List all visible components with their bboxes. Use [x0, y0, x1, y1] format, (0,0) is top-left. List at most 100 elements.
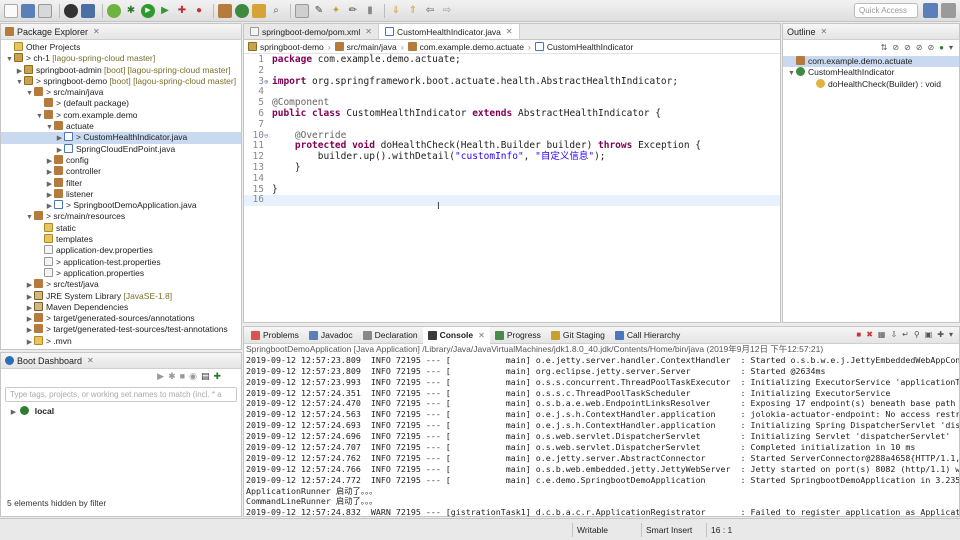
hide-fields-icon[interactable]: ⊘: [892, 43, 899, 52]
tree-item[interactable]: ▶ config: [1, 154, 241, 166]
boot-filter-input[interactable]: Type tags, projects, or working set name…: [5, 387, 237, 402]
tree-item[interactable]: ▶ controller: [1, 166, 241, 177]
annotation-icon[interactable]: ✦: [329, 4, 343, 18]
new-package-icon[interactable]: [218, 3, 232, 18]
tree-item[interactable]: ▶ > src/test/java: [1, 279, 241, 290]
hide-static-icon[interactable]: ⊘: [904, 43, 911, 52]
forward-icon[interactable]: ⇨: [440, 4, 454, 18]
close-icon[interactable]: ✕: [93, 27, 100, 36]
tree-item[interactable]: ▼ actuate: [1, 121, 241, 132]
run-last-icon[interactable]: ▶: [158, 4, 172, 18]
tree-item[interactable]: ▶ > target/generated-test-sources/test-an…: [1, 324, 241, 335]
tree-item[interactable]: ▶ springboot-admin [boot] [lagou-spring-c…: [1, 64, 241, 76]
fold-icon[interactable]: ⊖: [264, 131, 268, 142]
tree-item[interactable]: ▼ > springboot-demo [boot] [lagou-spring-…: [1, 75, 241, 87]
coverage-icon[interactable]: ✚: [175, 4, 189, 18]
tree-item[interactable]: ▶ > SpringbootDemoApplication.java: [1, 200, 241, 211]
tree-item[interactable]: > (default package): [1, 98, 241, 109]
outline-item[interactable]: ▼ CustomHealthIndicator: [783, 67, 959, 78]
bottom-tab-call-hierarchy[interactable]: Call Hierarchy: [610, 330, 685, 340]
tree-item[interactable]: templates: [1, 234, 241, 245]
view-menu-icon[interactable]: ▾: [949, 43, 953, 52]
editor-tab[interactable]: CustomHealthIndicator.java ✕: [378, 24, 520, 39]
package-explorer-title[interactable]: Package Explorer: [17, 27, 88, 37]
external-tools-icon[interactable]: ●: [192, 4, 206, 18]
bottom-tab-progress[interactable]: Progress: [490, 330, 546, 340]
focus-icon[interactable]: ●: [939, 43, 944, 52]
close-icon[interactable]: ✕: [478, 331, 485, 340]
expand-icon[interactable]: ▶: [25, 337, 34, 348]
quick-access-input[interactable]: Quick Access: [854, 3, 918, 18]
perspective-java-icon[interactable]: [923, 3, 938, 18]
clear-console-icon[interactable]: ▦: [878, 330, 886, 339]
tree-item[interactable]: ▶ Maven Dependencies: [1, 301, 241, 313]
run-icon[interactable]: ▶: [141, 3, 155, 18]
bottom-tab-problems[interactable]: Problems: [246, 330, 304, 340]
console-icon[interactable]: ▤: [201, 371, 210, 382]
tree-item[interactable]: ▼ > src/main/java: [1, 87, 241, 98]
prev-annotation-icon[interactable]: ⇑: [406, 4, 420, 18]
breadcrumb-item[interactable]: springboot-demo: [260, 42, 324, 52]
debug-icon[interactable]: ✱: [168, 371, 176, 382]
tree-item[interactable]: ▼ > com.example.demo: [1, 109, 241, 121]
open-console-icon[interactable]: ✚: [937, 330, 944, 339]
outline-item[interactable]: doHealthCheck(Builder) : void: [783, 78, 959, 90]
word-wrap-icon[interactable]: ↵: [902, 330, 909, 339]
close-icon[interactable]: ✕: [506, 27, 513, 36]
console-output[interactable]: SpringbootDemoApplication [Java Applicat…: [244, 344, 959, 529]
debug-icon[interactable]: ✱: [124, 4, 138, 18]
hide-nonpublic-icon[interactable]: ⊘: [916, 43, 923, 52]
editor-tab[interactable]: springboot-demo/pom.xml ✕: [244, 24, 379, 39]
terminal-icon[interactable]: [81, 3, 95, 18]
bottom-tab-console[interactable]: Console ✕: [422, 326, 490, 344]
outline-title[interactable]: Outline: [787, 27, 816, 37]
new-icon[interactable]: [4, 3, 18, 18]
close-icon[interactable]: ✕: [365, 27, 372, 36]
tree-item[interactable]: ▶ SpringCloudEndPoint.java: [1, 143, 241, 155]
trash-icon[interactable]: ▮: [363, 4, 377, 18]
tree-item[interactable]: ▶ JRE System Library [JavaSE-1.8]: [1, 290, 241, 302]
close-icon[interactable]: ✕: [821, 27, 828, 36]
tree-item[interactable]: ▶ > target/generated-sources/annotations: [1, 313, 241, 324]
remove-launch-icon[interactable]: ✖: [866, 330, 873, 339]
tree-item[interactable]: > application-test.properties: [1, 256, 241, 268]
pencil-icon[interactable]: ✏: [346, 4, 360, 18]
sort-icon[interactable]: ⇅: [881, 43, 888, 52]
save-icon[interactable]: [21, 3, 35, 18]
terminate-icon[interactable]: ■: [856, 330, 861, 339]
breadcrumb-item[interactable]: com.example.demo.actuate: [420, 42, 524, 52]
pin-icon[interactable]: ✎: [312, 4, 326, 18]
tree-item[interactable]: ▶ > CustomHealthIndicator.java: [1, 132, 241, 144]
print-icon[interactable]: [38, 3, 52, 18]
outline-item[interactable]: com.example.demo.actuate: [783, 56, 959, 68]
back-icon[interactable]: ⇦: [423, 4, 437, 18]
start-icon[interactable]: ▶: [157, 371, 164, 382]
tree-item[interactable]: ▶ > .mvn: [1, 335, 241, 348]
pin-console-icon[interactable]: ⚲: [914, 330, 920, 339]
user-icon[interactable]: [64, 3, 78, 18]
new-class-icon[interactable]: [235, 3, 249, 18]
tree-item[interactable]: ▶ listener: [1, 188, 241, 200]
tree-item[interactable]: > application.properties: [1, 267, 241, 279]
close-icon[interactable]: ✕: [87, 356, 94, 365]
boot-local-item[interactable]: ▶ local: [1, 406, 241, 417]
tree-item[interactable]: ▶ filter: [1, 177, 241, 189]
scroll-lock-icon[interactable]: ⇩: [890, 330, 897, 339]
code-area[interactable]: 1 package com.example.demo.actuate; 2 3 ⊕ imp…: [244, 54, 780, 207]
breadcrumb-item[interactable]: src/main/java: [347, 42, 397, 52]
display-console-icon[interactable]: ▣: [925, 330, 933, 339]
add-icon[interactable]: ✚: [213, 371, 221, 382]
next-annotation-icon[interactable]: ⇓: [389, 4, 403, 18]
breadcrumb-item[interactable]: CustomHealthIndicator: [547, 42, 633, 52]
expand-icon[interactable]: ▶: [9, 407, 18, 418]
view-menu-icon[interactable]: ▾: [949, 330, 953, 339]
open-browser-icon[interactable]: ◉: [189, 371, 197, 382]
tree-item[interactable]: application-dev.properties: [1, 245, 241, 256]
bottom-tab-declaration[interactable]: Declaration: [358, 330, 423, 340]
stop-icon[interactable]: ■: [180, 371, 185, 381]
open-type-icon[interactable]: [252, 3, 266, 18]
tree-item[interactable]: Other Projects: [1, 42, 241, 53]
tree-item[interactable]: ▼ > src/main/resources: [1, 211, 241, 222]
tree-item[interactable]: static: [1, 222, 241, 234]
spring-icon[interactable]: [107, 3, 121, 18]
